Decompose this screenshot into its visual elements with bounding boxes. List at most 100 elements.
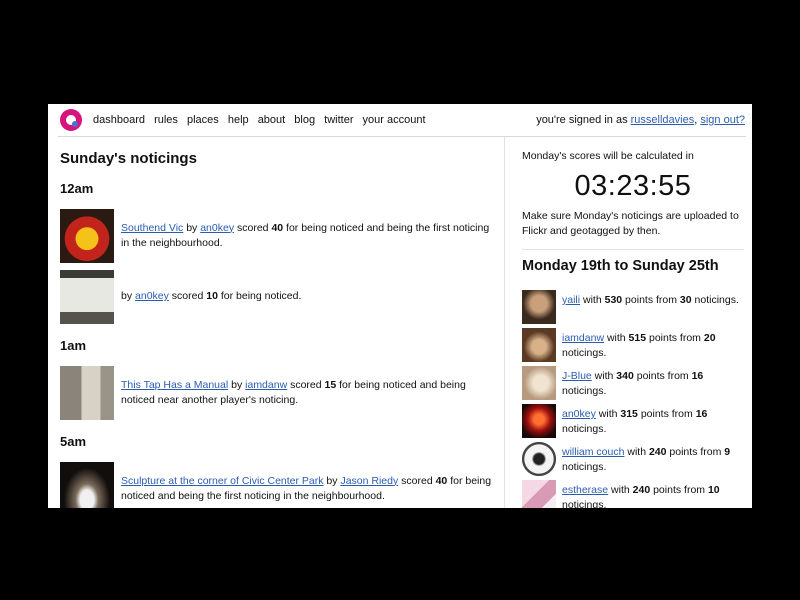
leaderboard-text: J-Blue with 340 points from 16 noticings… — [562, 366, 744, 399]
signed-in-prefix: you're signed in as — [536, 114, 631, 126]
with-label: with — [580, 294, 605, 306]
by-label: by — [183, 221, 201, 234]
signin-separator: , — [694, 114, 698, 126]
player-points: 240 — [648, 446, 667, 458]
points-value: 40 — [435, 474, 448, 487]
hour-heading: 12am — [60, 181, 94, 196]
player-noticings: 9 — [724, 446, 731, 458]
player-link[interactable]: J-Blue — [562, 370, 592, 382]
sign-out-link[interactable]: sign out? — [700, 114, 745, 126]
header-divider — [58, 136, 746, 137]
noticing-title-link[interactable]: Southend Vic — [121, 222, 183, 234]
noticings-label: noticings. — [562, 385, 607, 397]
avatar[interactable] — [522, 366, 556, 400]
scored-label: scored — [398, 474, 436, 487]
leaderboard-row: william couch with 240 points from 9 not… — [522, 442, 744, 480]
leaderboard-row: yaili with 530 points from 30 noticings. — [522, 290, 744, 328]
leaderboard-row: iamdanw with 515 points from 20 noticing… — [522, 328, 744, 366]
avatar[interactable] — [522, 480, 556, 508]
noticing-title-link[interactable]: Sculpture at the corner of Civic Center … — [121, 475, 324, 487]
player-points: 340 — [616, 370, 634, 382]
avatar[interactable] — [522, 290, 556, 324]
week-title: Monday 19th to Sunday 25th — [522, 258, 719, 274]
with-label: with — [595, 408, 621, 420]
player-link[interactable]: william couch — [562, 446, 624, 458]
noticing-item: by an0key scored 10 for being noticed. — [60, 269, 500, 324]
noticing-photo[interactable] — [60, 269, 114, 324]
noticings-label: noticings. — [562, 461, 607, 473]
signed-in-status: you're signed in as russelldavies, sign … — [536, 114, 745, 126]
scored-label: scored — [168, 290, 207, 302]
noticings-label: noticings. — [691, 294, 739, 306]
player-link[interactable]: yaili — [562, 294, 580, 306]
noticing-item: Southend Vic by an0key scored 40 for bei… — [60, 208, 500, 263]
avatar[interactable] — [522, 328, 556, 362]
player-points: 515 — [628, 332, 647, 344]
avatar[interactable] — [522, 404, 556, 438]
points-value: 40 — [271, 221, 284, 234]
by-label: by — [121, 290, 136, 302]
player-link[interactable]: estherase — [562, 484, 608, 496]
calc-label: Monday's scores will be calculated in — [522, 150, 694, 162]
noticing-title-link[interactable]: This Tap Has a Manual — [121, 379, 228, 391]
by-label: by — [323, 474, 341, 487]
countdown-timer: 03:23:55 — [574, 170, 692, 202]
hour-heading: 5am — [60, 434, 87, 449]
points-from-label: points from — [646, 332, 704, 344]
points-value: 10 — [206, 290, 218, 302]
player-noticings: 20 — [703, 332, 716, 344]
score-reason: for being noticed. — [217, 290, 302, 302]
nav-link-about[interactable]: about — [258, 114, 286, 126]
noticing-text: Southend Vic by an0key scored 40 for bei… — [121, 221, 500, 251]
page: dashboard rules places help about blog t… — [48, 104, 752, 508]
player-noticings: 10 — [707, 484, 720, 496]
player-points: 315 — [620, 408, 638, 420]
nav-link-rules[interactable]: rules — [154, 114, 178, 126]
leaderboard-text: yaili with 530 points from 30 noticings. — [562, 290, 739, 308]
noticing-item: This Tap Has a Manual by iamdanw scored … — [60, 365, 500, 420]
nav-link-places[interactable]: places — [187, 114, 219, 126]
noticer-link[interactable]: an0key — [200, 222, 234, 234]
points-from-label: points from — [633, 370, 692, 382]
nav-link-dashboard[interactable]: dashboard — [93, 114, 145, 126]
leaderboard-text: an0key with 315 points from 16 noticings… — [562, 404, 744, 437]
nav-link-twitter[interactable]: twitter — [324, 114, 353, 126]
leaderboard-text: iamdanw with 515 points from 20 noticing… — [562, 328, 744, 361]
noticer-link[interactable]: an0key — [135, 290, 169, 302]
leaderboard-text: estherase with 240 points from 10 notici… — [562, 480, 744, 508]
noticer-link[interactable]: Jason Riedy — [340, 475, 398, 487]
nav-links: dashboard rules places help about blog t… — [93, 114, 432, 126]
noticings-label: noticings. — [562, 499, 607, 508]
leaderboard-row: an0key with 315 points from 16 noticings… — [522, 404, 744, 442]
points-from-label: points from — [637, 408, 696, 420]
noticer-link[interactable]: iamdanw — [245, 379, 287, 391]
noticing-item: Sculpture at the corner of Civic Center … — [60, 461, 500, 508]
noticings-logo-icon[interactable] — [60, 109, 82, 131]
leaderboard-row: J-Blue with 340 points from 16 noticings… — [522, 366, 744, 404]
noticing-photo[interactable] — [60, 461, 114, 508]
noticing-text: This Tap Has a Manual by iamdanw scored … — [121, 378, 500, 408]
nav-link-your-account[interactable]: your account — [363, 114, 426, 126]
noticings-label: noticings. — [562, 347, 607, 359]
with-label: with — [624, 446, 649, 458]
avatar[interactable] — [522, 442, 556, 476]
username-link[interactable]: russelldavies — [631, 114, 695, 126]
upload-reminder: Make sure Monday's noticings are uploade… — [522, 210, 739, 237]
nav-link-blog[interactable]: blog — [294, 114, 315, 126]
noticing-photo[interactable] — [60, 208, 114, 263]
by-label: by — [228, 378, 246, 391]
with-label: with — [608, 484, 633, 496]
noticing-photo[interactable] — [60, 365, 114, 420]
page-title: Sunday's noticings — [60, 150, 197, 167]
scores-sidebar: Monday's scores will be calculated in 03… — [522, 148, 744, 508]
player-link[interactable]: an0key — [562, 408, 596, 420]
player-link[interactable]: iamdanw — [562, 332, 604, 344]
top-nav: dashboard rules places help about blog t… — [48, 104, 752, 136]
nav-link-help[interactable]: help — [228, 114, 249, 126]
player-noticings: 30 — [679, 294, 692, 306]
points-from-label: points from — [666, 446, 725, 458]
noticing-text: Sculpture at the corner of Civic Center … — [121, 474, 500, 504]
column-divider — [504, 137, 505, 508]
player-noticings: 16 — [695, 408, 708, 420]
leaderboard-row: estherase with 240 points from 10 notici… — [522, 480, 744, 508]
